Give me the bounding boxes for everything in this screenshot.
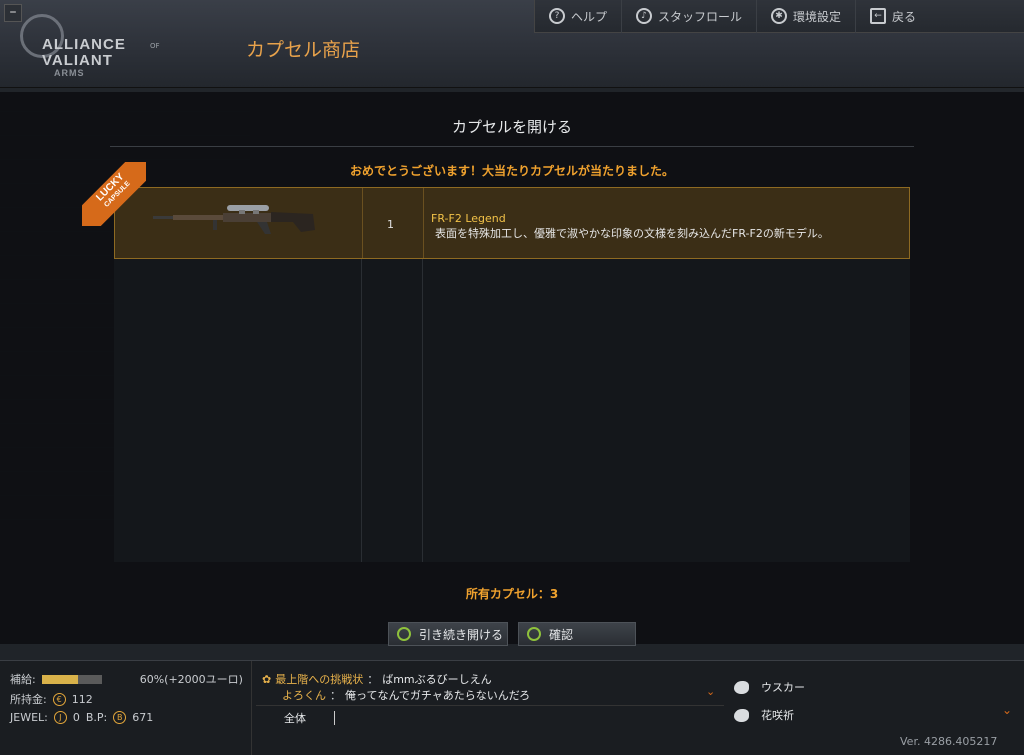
sniper-rifle-icon <box>153 205 315 234</box>
logo-line3: ARMS <box>54 68 85 78</box>
text-caret <box>334 710 335 725</box>
chat-channel-selector[interactable]: 全体 <box>256 710 334 726</box>
help-button[interactable]: ? ヘルプ <box>535 0 623 33</box>
back-button[interactable]: ← 戻る <box>856 0 930 33</box>
continue-opening-label: 引き続き開ける <box>419 627 504 642</box>
chat-message: よろくん ： 俺ってなんでガチャあたらないんだろ <box>282 687 530 703</box>
jewel-label: JEWEL: <box>10 711 48 724</box>
supply-value: 60%(+2000ユーロ) <box>139 673 243 686</box>
supply-label: 補給: <box>10 673 36 686</box>
confirm-label: 確認 <box>549 627 574 642</box>
logo-line2: VALIANT <box>42 52 113 69</box>
title-divider <box>110 146 914 147</box>
chat-input[interactable]: 全体 <box>256 705 724 729</box>
euro-coin-icon: € <box>52 692 66 706</box>
top-nav: ? ヘルプ ♪ スタッフロール ✱ 環境設定 ← 戻る <box>534 0 1024 33</box>
chat-scroll-down-icon[interactable]: ⌄ <box>706 685 715 698</box>
back-label: 戻る <box>892 9 917 24</box>
bp-value: 671 <box>132 711 154 724</box>
bp-coin-icon: B <box>113 711 127 724</box>
lucky-sub-label: CAPSULE <box>103 180 132 209</box>
chat-sender: 最上階への挑戦状 <box>275 673 364 686</box>
reward-quantity: 1 <box>387 218 394 231</box>
circle-icon <box>527 627 541 641</box>
chat-text: 俺ってなんでガチャあたらないんだろ <box>345 689 531 702</box>
settings-button[interactable]: ✱ 環境設定 <box>757 0 857 33</box>
flower-icon: ✿ <box>262 672 272 686</box>
staff-roll-button[interactable]: ♪ スタッフロール <box>622 0 758 33</box>
credits-icon: ♪ <box>636 8 653 24</box>
column-divider <box>423 188 424 258</box>
open-capsule-dialog: カプセルを開ける おめでとうございます！大当たりカプセルが当たりました。 1 F… <box>0 92 1024 646</box>
money-row: 所持金: € 112 <box>10 691 93 707</box>
friend-name: 花咲祈 <box>761 709 794 722</box>
reward-table: 1 FR-F2 Legend 表面を特殊加工し、優雅で淑やかな印象の文様を刻み込… <box>114 187 910 562</box>
logo-line1: ALLIANCE <box>42 36 126 53</box>
logo-of: OF <box>150 42 160 50</box>
exit-icon: ← <box>870 8 887 24</box>
circle-icon <box>397 627 411 641</box>
jewel-coin-icon: J <box>53 711 67 724</box>
settings-label: 環境設定 <box>793 9 842 24</box>
confirm-button[interactable]: 確認 <box>518 622 636 646</box>
chevron-down-icon[interactable]: ⌄ <box>1002 703 1012 717</box>
supply-row: 補給: 60%(+2000ユーロ) <box>10 671 243 687</box>
bp-label: B.P: <box>85 711 108 724</box>
supply-bar-fill <box>41 674 78 684</box>
game-logo: ALLIANCE OF VALIANT ARMS <box>14 10 164 78</box>
reward-description: 表面を特殊加工し、優雅で淑やかな印象の文様を刻み込んだFR-F2の新モデル。 <box>435 227 829 240</box>
friend-item[interactable]: ウスカー <box>734 679 805 695</box>
chat-text: ばmmぶるびーしえん <box>382 673 492 686</box>
chat-separator: ： <box>367 673 379 686</box>
congrats-message: おめでとうございます！大当たりカプセルが当たりました。 <box>349 164 674 178</box>
staff-roll-label: スタッフロール <box>658 9 743 24</box>
friend-item[interactable]: 花咲祈 <box>734 707 794 723</box>
reward-row[interactable]: 1 FR-F2 Legend 表面を特殊加工し、優雅で淑やかな印象の文様を刻み込… <box>114 187 910 259</box>
jewel-row: JEWEL: J 0 B.P: B 671 <box>10 711 153 724</box>
chat-separator: ： <box>330 689 341 702</box>
top-bar: – ALLIANCE OF VALIANT ARMS カプセル商店 ? ヘルプ … <box>0 0 1024 88</box>
help-icon: ? <box>549 8 565 24</box>
gear-icon: ✱ <box>771 8 788 24</box>
supply-bar <box>41 674 102 684</box>
jewel-value: 0 <box>72 711 80 724</box>
chat-panel: ✿ 最上階への挑戦状 ： ばmmぶるびーしえん よろくん ： 俺ってなんでガチャ… <box>256 661 724 755</box>
dialog-title: カプセルを開ける <box>451 118 572 136</box>
player-status: 補給: 60%(+2000ユーロ) 所持金: € 112 JEWEL: J 0 … <box>0 661 252 755</box>
money-label: 所持金: <box>10 693 47 706</box>
chat-sender: よろくん <box>282 689 326 702</box>
owned-capsule-count: 所有カプセル：3 <box>465 587 559 601</box>
chat-message: ✿ 最上階への挑戦状 ： ばmmぶるびーしえん <box>262 671 492 687</box>
friend-name: ウスカー <box>761 681 805 694</box>
help-label: ヘルプ <box>571 9 608 24</box>
version-label: Ver. 4286.405217 <box>900 735 998 748</box>
lucky-capsule-badge: LUCKY CAPSULE <box>82 162 146 226</box>
duck-avatar-icon <box>734 708 749 722</box>
reward-name: FR-F2 Legend <box>431 212 506 225</box>
bottom-bar: 補給: 60%(+2000ユーロ) 所持金: € 112 JEWEL: J 0 … <box>0 660 1024 755</box>
column-divider <box>362 188 363 258</box>
continue-opening-button[interactable]: 引き続き開ける <box>388 622 508 646</box>
money-value: 112 <box>71 692 93 706</box>
page-title: カプセル商店 <box>246 39 361 61</box>
duck-avatar-icon <box>734 680 749 694</box>
